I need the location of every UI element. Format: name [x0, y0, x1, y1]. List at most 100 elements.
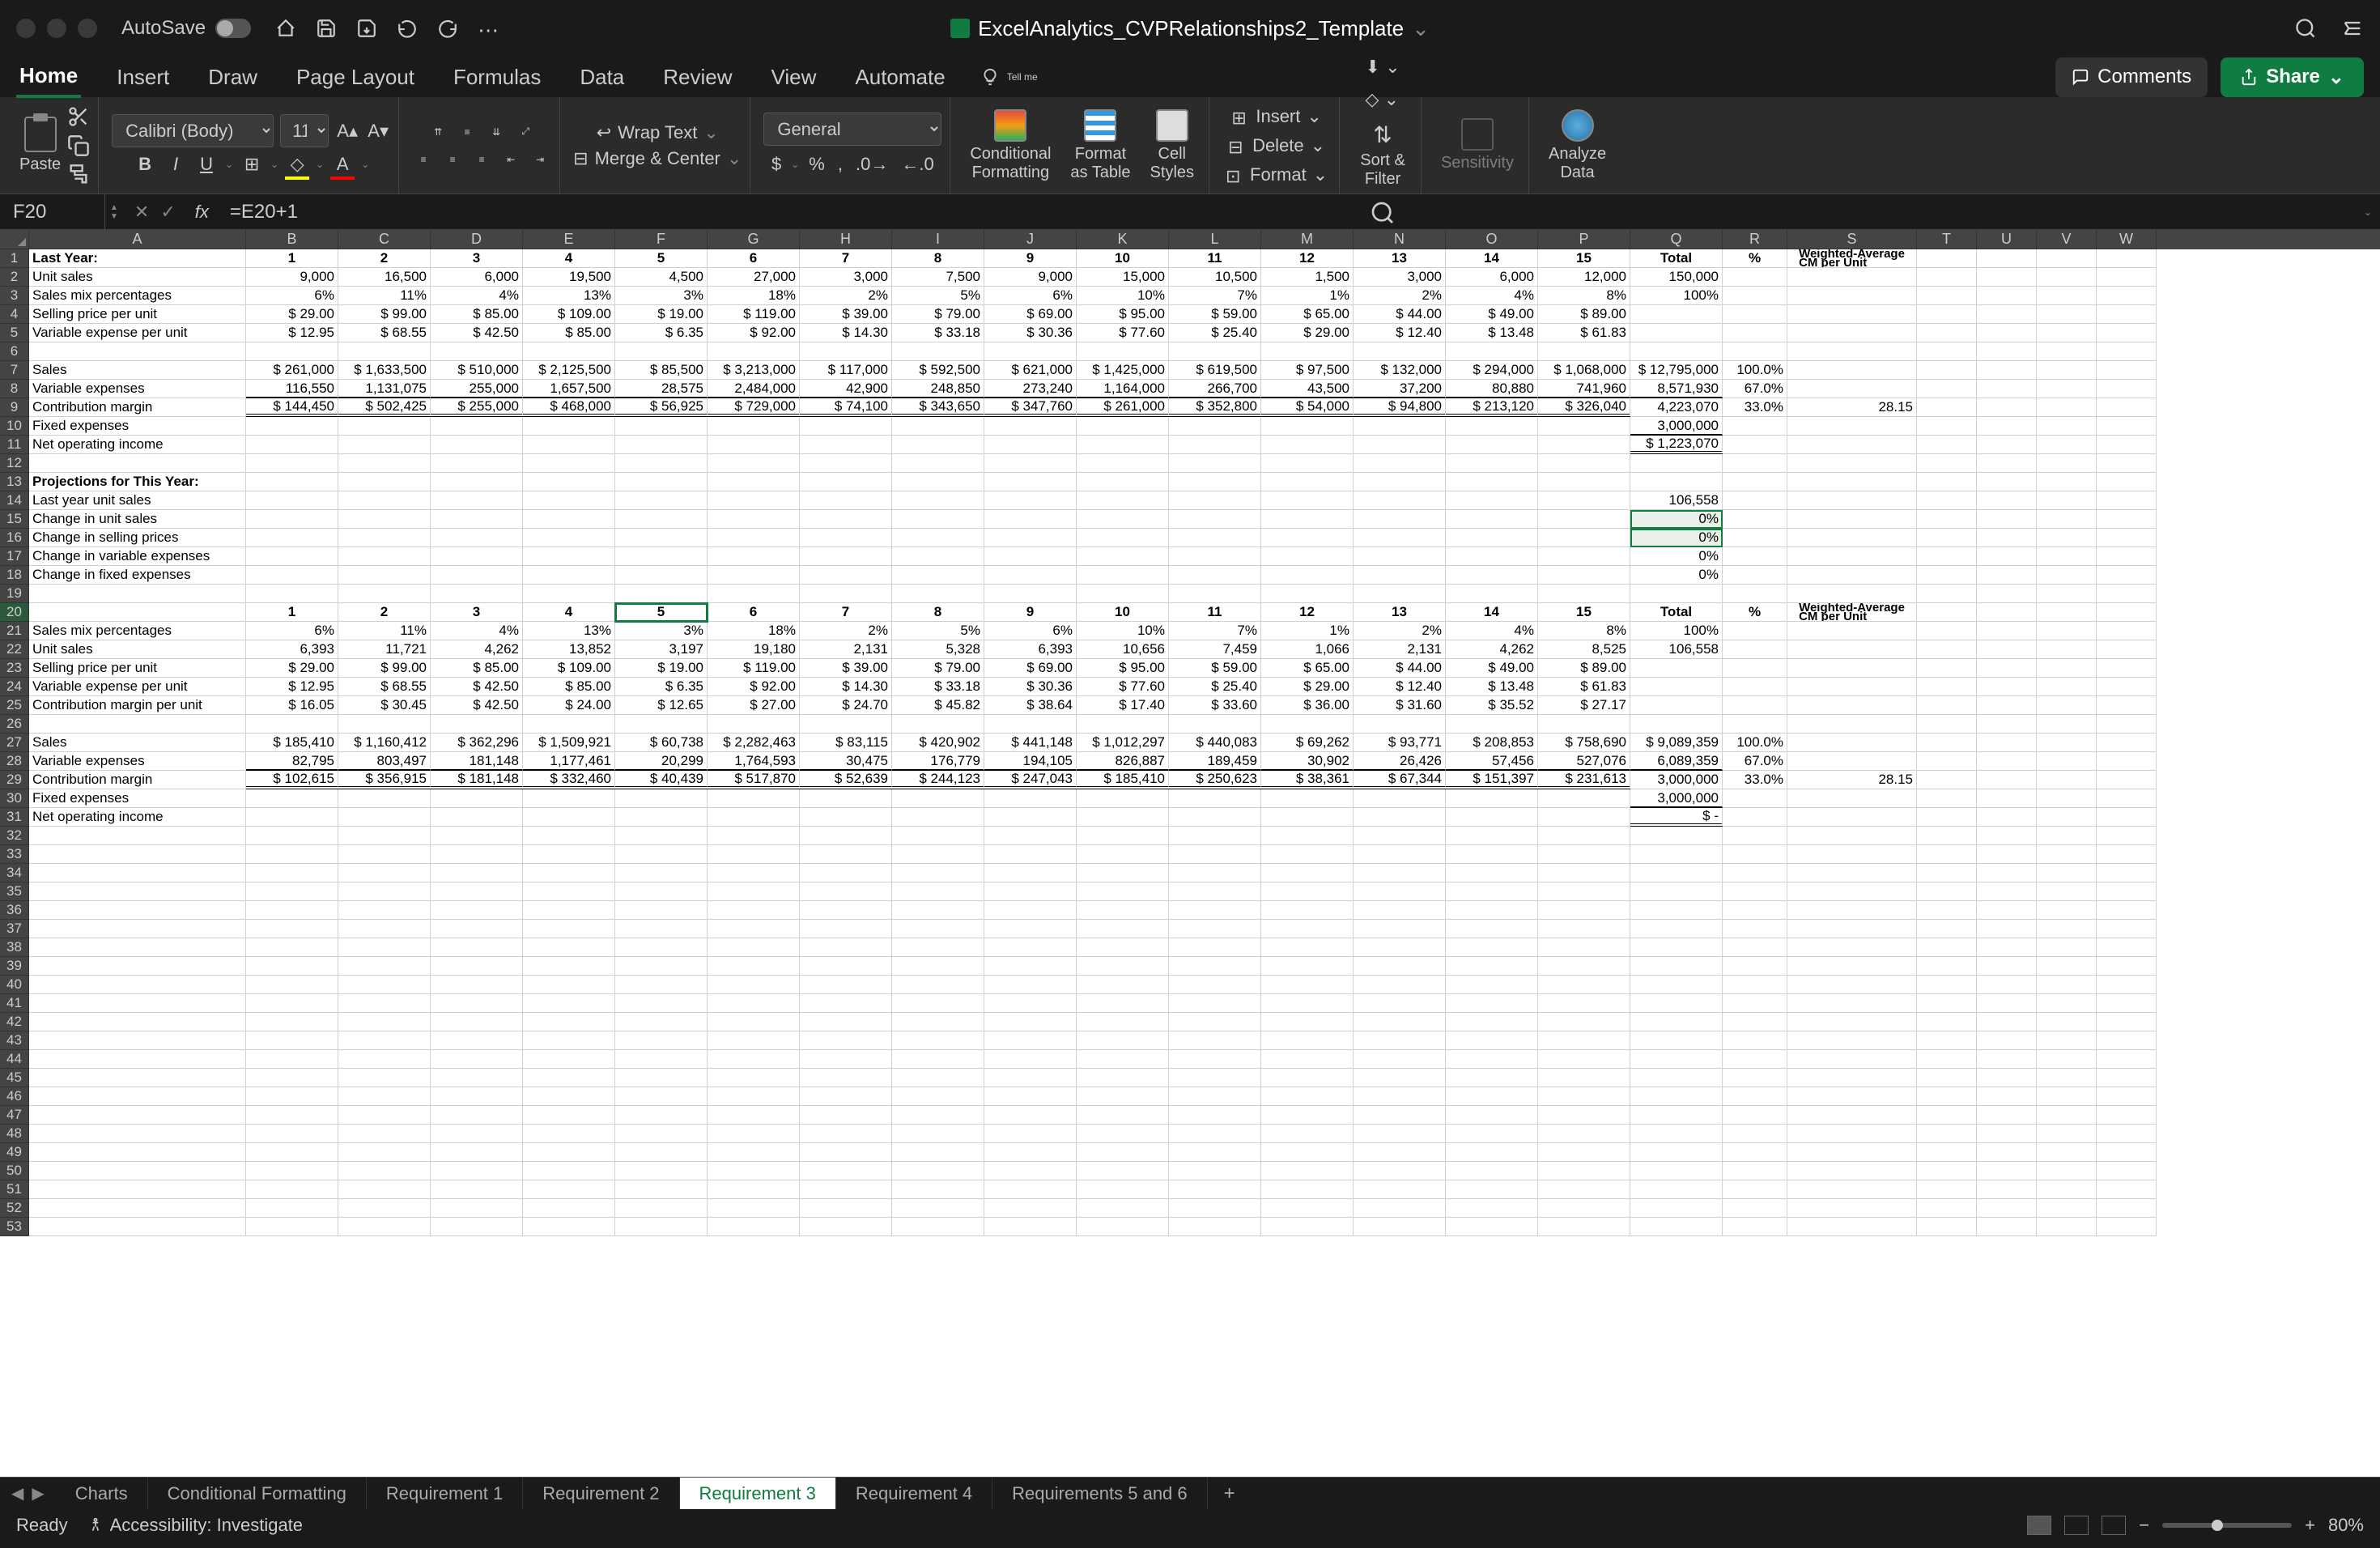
cell-S16[interactable] [1787, 529, 1917, 547]
cell-styles-button[interactable]: Cell Styles [1144, 106, 1201, 185]
cell-G11[interactable] [708, 436, 800, 454]
cell-L41[interactable] [1169, 994, 1261, 1013]
cell-N24[interactable]: $ 12.40 [1354, 678, 1446, 696]
cell-L47[interactable] [1169, 1106, 1261, 1125]
cell-M18[interactable] [1261, 566, 1354, 585]
cell-K33[interactable] [1077, 845, 1169, 864]
cell-L2[interactable]: 10,500 [1169, 268, 1261, 287]
cell-O44[interactable] [1446, 1050, 1538, 1069]
cell-E16[interactable] [523, 529, 615, 547]
cell-S2[interactable] [1787, 268, 1917, 287]
cell-D28[interactable]: 181,148 [431, 752, 523, 771]
cell-G5[interactable]: $ 92.00 [708, 324, 800, 342]
cell-P44[interactable] [1538, 1050, 1630, 1069]
cell-Q36[interactable] [1630, 901, 1723, 920]
cell-N19[interactable] [1354, 585, 1446, 603]
cell-J44[interactable] [984, 1050, 1077, 1069]
cell-N32[interactable] [1354, 827, 1446, 845]
cell-I7[interactable]: $ 592,500 [892, 361, 984, 380]
cell-O1[interactable]: 14 [1446, 249, 1538, 268]
cell-I35[interactable] [892, 882, 984, 901]
row-header-13[interactable]: 13 [0, 473, 29, 491]
cell-E52[interactable] [523, 1199, 615, 1218]
col-header-R[interactable]: R [1723, 230, 1787, 249]
cell-O20[interactable]: 14 [1446, 603, 1538, 622]
cell-V37[interactable] [2037, 920, 2097, 938]
cell-R26[interactable] [1723, 715, 1787, 734]
cell-C36[interactable] [338, 901, 431, 920]
cell-V11[interactable] [2037, 436, 2097, 454]
cell-G19[interactable] [708, 585, 800, 603]
cell-U28[interactable] [1977, 752, 2037, 771]
cell-M28[interactable]: 30,902 [1261, 752, 1354, 771]
cell-E46[interactable] [523, 1087, 615, 1106]
cell-W37[interactable] [2097, 920, 2157, 938]
cell-V35[interactable] [2037, 882, 2097, 901]
paste-button[interactable]: Paste [19, 117, 61, 174]
down-icon[interactable]: ▼ [110, 212, 118, 221]
save-icon[interactable] [316, 18, 337, 39]
cell-V46[interactable] [2037, 1087, 2097, 1106]
tab-data[interactable]: Data [576, 58, 627, 96]
cell-S47[interactable] [1787, 1106, 1917, 1125]
cell-T22[interactable] [1917, 640, 1977, 659]
cell-L35[interactable] [1169, 882, 1261, 901]
cell-P49[interactable] [1538, 1143, 1630, 1162]
cell-U27[interactable] [1977, 734, 2037, 752]
cell-P37[interactable] [1538, 920, 1630, 938]
cell-B1[interactable]: 1 [246, 249, 338, 268]
cell-W22[interactable] [2097, 640, 2157, 659]
cell-E31[interactable] [523, 808, 615, 827]
cut-icon[interactable] [67, 105, 90, 128]
cell-K10[interactable] [1077, 417, 1169, 436]
increase-indent-icon[interactable]: ⇥ [529, 148, 551, 171]
cell-L49[interactable] [1169, 1143, 1261, 1162]
row-header-5[interactable]: 5 [0, 324, 29, 342]
cell-R21[interactable] [1723, 622, 1787, 640]
cell-O18[interactable] [1446, 566, 1538, 585]
cell-K38[interactable] [1077, 938, 1169, 957]
cell-J15[interactable] [984, 510, 1077, 529]
cell-N12[interactable] [1354, 454, 1446, 473]
cell-S30[interactable] [1787, 789, 1917, 808]
cell-K42[interactable] [1077, 1013, 1169, 1031]
cell-E35[interactable] [523, 882, 615, 901]
cell-C7[interactable]: $ 1,633,500 [338, 361, 431, 380]
cell-B50[interactable] [246, 1162, 338, 1180]
cell-H13[interactable] [800, 473, 892, 491]
cell-N49[interactable] [1354, 1143, 1446, 1162]
cell-P27[interactable]: $ 758,690 [1538, 734, 1630, 752]
cell-B29[interactable]: $ 102,615 [246, 771, 338, 789]
cell-U40[interactable] [1977, 976, 2037, 994]
cell-G34[interactable] [708, 864, 800, 882]
cell-V25[interactable] [2037, 696, 2097, 715]
cell-E48[interactable] [523, 1125, 615, 1143]
cell-D41[interactable] [431, 994, 523, 1013]
cell-N16[interactable] [1354, 529, 1446, 547]
cell-C28[interactable]: 803,497 [338, 752, 431, 771]
row-header-45[interactable]: 45 [0, 1069, 29, 1087]
cell-R7[interactable]: 100.0% [1723, 361, 1787, 380]
cell-I4[interactable]: $ 79.00 [892, 305, 984, 324]
cell-B23[interactable]: $ 29.00 [246, 659, 338, 678]
cell-R39[interactable] [1723, 957, 1787, 976]
accessibility-status[interactable]: Accessibility: Investigate [87, 1515, 303, 1536]
cell-B3[interactable]: 6% [246, 287, 338, 305]
cell-C44[interactable] [338, 1050, 431, 1069]
cell-L24[interactable]: $ 25.40 [1169, 678, 1261, 696]
cell-U48[interactable] [1977, 1125, 2037, 1143]
cell-G1[interactable]: 6 [708, 249, 800, 268]
cell-F14[interactable] [615, 491, 708, 510]
cell-R20[interactable]: % [1723, 603, 1787, 622]
cell-G31[interactable] [708, 808, 800, 827]
cell-W45[interactable] [2097, 1069, 2157, 1087]
cell-F3[interactable]: 3% [615, 287, 708, 305]
cell-M9[interactable]: $ 54,000 [1261, 398, 1354, 417]
cell-C45[interactable] [338, 1069, 431, 1087]
cell-U3[interactable] [1977, 287, 2037, 305]
cell-I18[interactable] [892, 566, 984, 585]
cell-R50[interactable] [1723, 1162, 1787, 1180]
cell-H9[interactable]: $ 74,100 [800, 398, 892, 417]
cell-H3[interactable]: 2% [800, 287, 892, 305]
cell-K17[interactable] [1077, 547, 1169, 566]
